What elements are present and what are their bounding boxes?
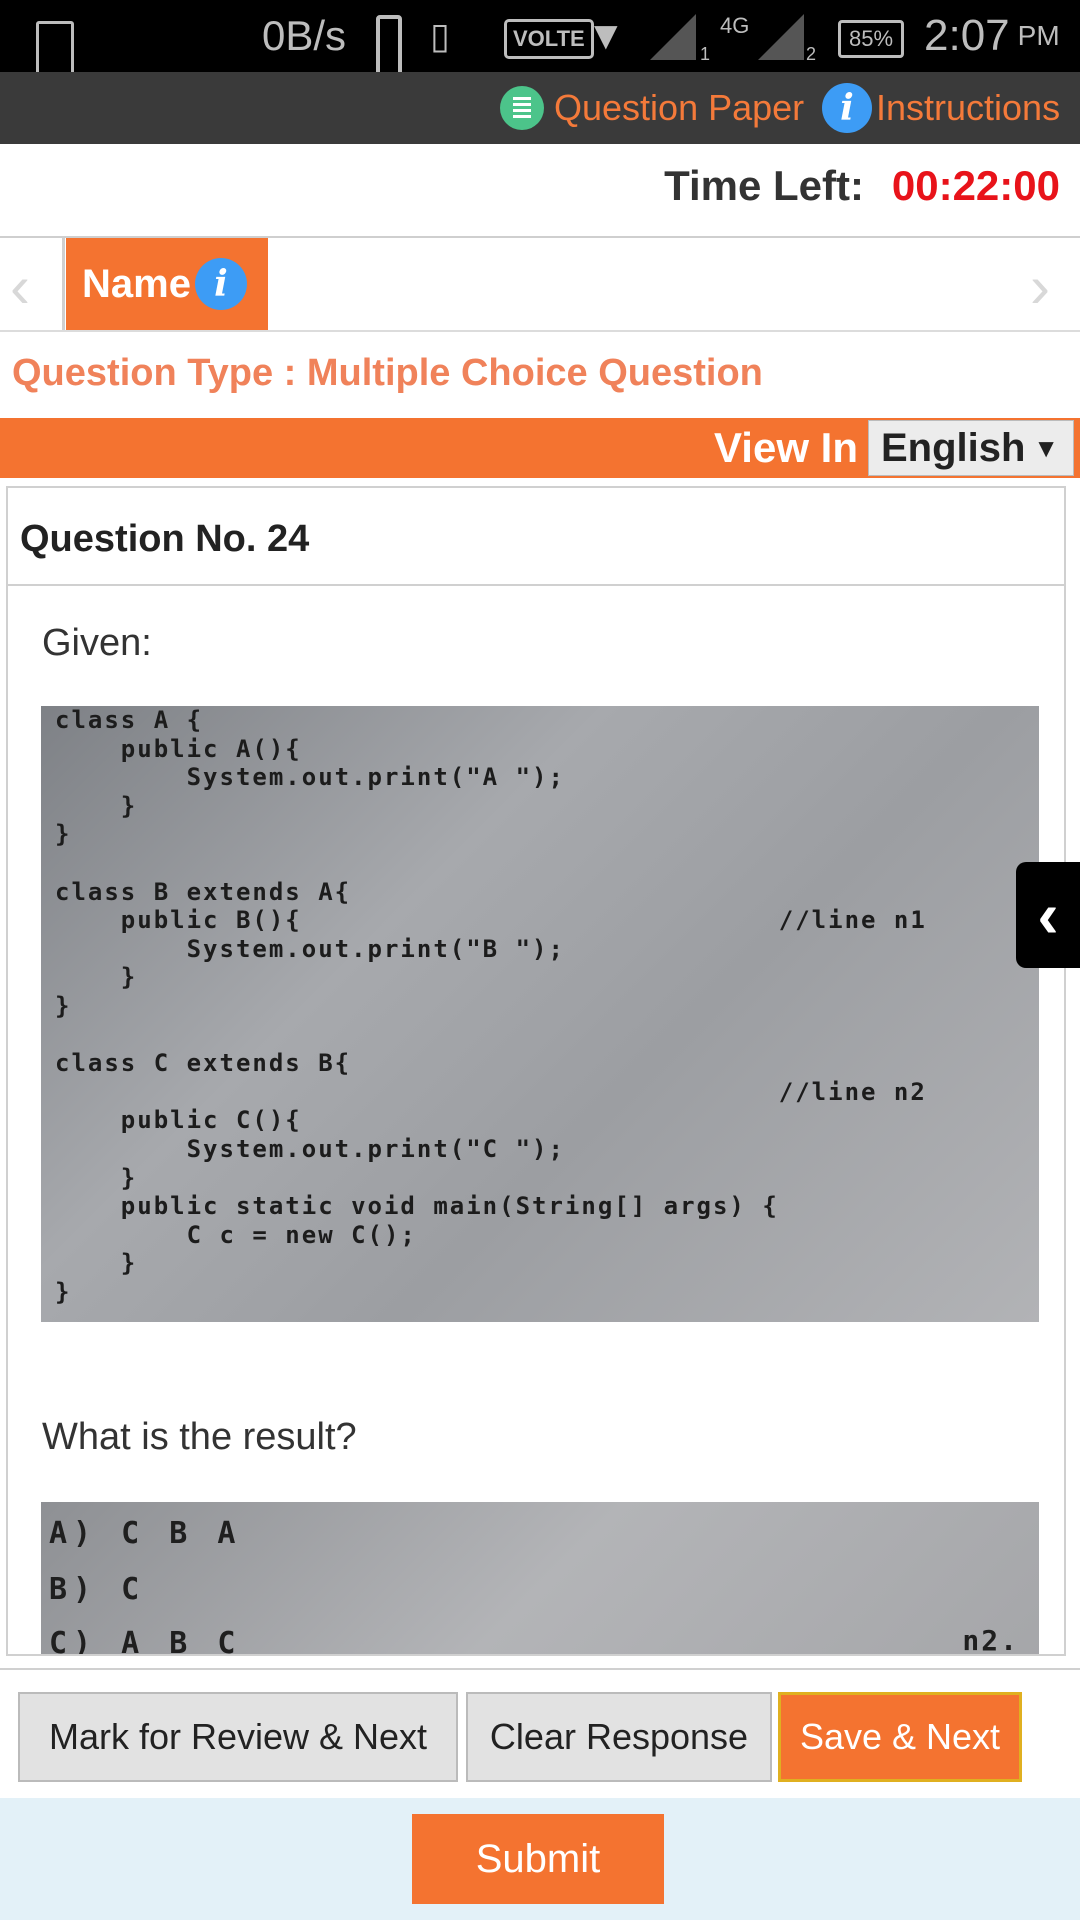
section-tabs: ‹ Name i › bbox=[0, 238, 1080, 332]
signal-icon bbox=[650, 14, 696, 60]
time-left-value: 00:22:00 bbox=[891, 162, 1060, 209]
clock-ampm: PM bbox=[1017, 20, 1060, 51]
question-intro: Given: bbox=[42, 622, 152, 664]
question-header: Question No. 24 bbox=[8, 488, 1064, 586]
submit-button[interactable]: Submit bbox=[412, 1814, 664, 1904]
section-tab-name[interactable]: Name i bbox=[66, 238, 268, 330]
status-bar: 0B/s ▯ VOLTE ▼ 1 4G 2 85% 2:07 PM bbox=[0, 0, 1080, 93]
language-select[interactable]: English ▼ bbox=[868, 420, 1074, 476]
clock: 2:07 PM bbox=[924, 0, 1060, 72]
question-paper-label: Question Paper bbox=[554, 87, 805, 128]
option-a: A) C B A bbox=[49, 1516, 242, 1551]
language-bar: View In English ▼ bbox=[0, 418, 1080, 478]
question-type: Question Type : Multiple Choice Question bbox=[12, 352, 763, 394]
network-speed: 0B/s bbox=[262, 12, 347, 59]
time-left-label: Time Left: bbox=[664, 162, 864, 209]
info-icon[interactable]: i bbox=[194, 258, 247, 310]
divider bbox=[62, 238, 65, 330]
option-b: B) C bbox=[49, 1572, 146, 1607]
code-image: class A { public A(){ System.out.print("… bbox=[41, 706, 1039, 1322]
question-paper-link[interactable]: Question Paper bbox=[500, 72, 804, 144]
submit-area: Submit bbox=[0, 1798, 1080, 1920]
options-image: A) C B A B) C C) A B C n2. bbox=[41, 1502, 1039, 1656]
network-type: 4G bbox=[720, 13, 750, 38]
info-icon: i bbox=[822, 83, 872, 133]
top-bar: Question Paper i Instructions bbox=[0, 72, 1080, 144]
action-bar: Mark for Review & Next Clear Response Sa… bbox=[0, 1668, 1080, 1800]
save-next-button[interactable]: Save & Next bbox=[778, 1692, 1022, 1782]
question-number: Question No. 24 bbox=[20, 518, 310, 560]
section-tab-label: Name bbox=[82, 261, 191, 306]
language-selected: English bbox=[881, 425, 1026, 470]
clear-response-button[interactable]: Clear Response bbox=[466, 1692, 772, 1782]
dropdown-caret-icon: ▼ bbox=[1033, 432, 1059, 463]
instructions-label: Instructions bbox=[876, 87, 1061, 128]
clock-time: 2:07 bbox=[924, 11, 1010, 60]
vibrate-icon: ▯ bbox=[430, 15, 450, 56]
timer-row: Time Left: 00:22:00 bbox=[0, 144, 1080, 238]
volte-badge: VOLTE bbox=[504, 19, 594, 59]
chevron-right-icon[interactable]: › bbox=[1030, 252, 1050, 321]
wifi-icon: ▼ bbox=[586, 13, 626, 58]
question-panel[interactable]: Question No. 24 Given: class A { public … bbox=[6, 486, 1066, 1656]
chevron-left-icon[interactable]: ‹ bbox=[10, 252, 30, 321]
collapse-panel-icon[interactable]: ‹ bbox=[1016, 862, 1080, 968]
instructions-link[interactable]: i Instructions bbox=[822, 72, 1060, 144]
view-in-label: View In bbox=[714, 424, 858, 471]
question-paper-icon bbox=[500, 86, 544, 130]
signal-icon bbox=[758, 14, 804, 60]
mark-review-next-button[interactable]: Mark for Review & Next bbox=[18, 1692, 458, 1782]
option-c: C) A B C bbox=[49, 1626, 242, 1656]
code-text: class A { public A(){ System.out.print("… bbox=[55, 706, 927, 1306]
option-text-fragment: n2. bbox=[962, 1624, 1019, 1656]
question-prompt: What is the result? bbox=[42, 1416, 357, 1458]
battery-icon: 85% bbox=[838, 20, 905, 58]
